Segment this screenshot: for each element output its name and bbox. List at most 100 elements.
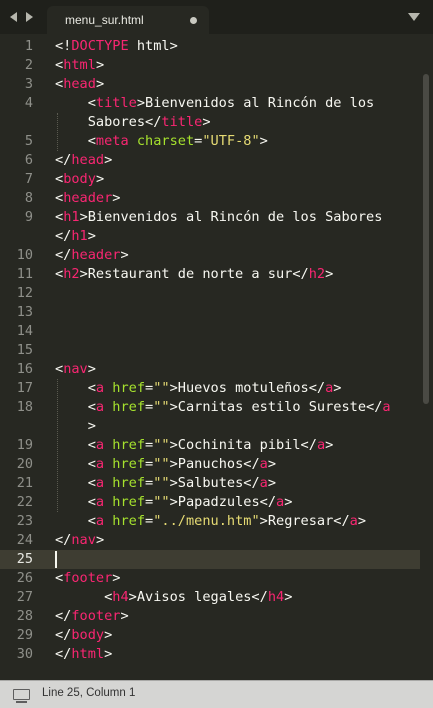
line-number: 5 [24,133,33,149]
code-text: <body> [55,170,104,189]
code-token: title [95,95,137,111]
code-text: <nav> [55,360,96,379]
code-token: > [55,418,96,434]
code-token: href [112,456,146,472]
code-line[interactable]: 20 <a href="">Panuchos</a> [0,455,420,474]
code-line[interactable]: 28 </footer> [0,607,420,626]
code-text: <h4>Avisos legales</h4> [55,588,292,607]
code-text: <a href="">Panuchos</a> [55,455,276,474]
code-token: </ [55,152,72,168]
code-token: a [316,437,326,453]
code-line[interactable]: 6 </head> [0,151,420,170]
code-token: "../menu.htm" [153,513,260,529]
unsaved-dot-icon[interactable] [190,17,197,24]
code-line[interactable]: Sabores</title> [0,113,420,132]
code-token: html [63,57,96,73]
code-token: = [145,494,154,510]
code-token: "" [153,437,170,453]
code-token: </ [55,608,72,624]
code-token: href [112,475,146,491]
code-line[interactable]: 15 [0,341,420,360]
code-line[interactable]: 3 <head> [0,75,420,94]
code-token: a [95,399,105,415]
line-number: 19 [16,437,33,453]
code-token: "" [153,399,170,415]
code-token: a [95,437,105,453]
code-text: </body> [55,626,112,645]
line-number: 13 [16,304,33,320]
code-line[interactable]: 5 <meta charset="UTF-8"> [0,132,420,151]
code-token: < [55,266,64,282]
code-line[interactable]: 29 </body> [0,626,420,645]
code-token: >Huevos motuleños</ [169,380,326,396]
line-number: 26 [16,570,33,586]
code-line[interactable]: 17 <a href="">Huevos motuleños</a> [0,379,420,398]
code-line[interactable]: 27 <h4>Avisos legales</h4> [0,588,420,607]
arrow-left-icon[interactable] [10,12,17,22]
code-token: nav [71,532,96,548]
code-token: footer [71,608,121,624]
code-token: h1 [71,228,88,244]
code-line[interactable]: 24 </nav> [0,531,420,550]
code-line[interactable]: 18 <a href="">Carnitas estilo Sureste</a [0,398,420,417]
code-token: body [63,171,96,187]
code-token: footer [63,570,113,586]
code-line[interactable]: 23 <a href="../menu.htm">Regresar</a> [0,512,420,531]
code-line[interactable]: 7 <body> [0,170,420,189]
code-token: a [382,399,391,415]
code-line[interactable]: 14 [0,322,420,341]
code-line[interactable]: 30 </html> [0,645,420,664]
code-token: title [161,114,203,130]
code-line[interactable]: 16 <nav> [0,360,420,379]
code-token: a [276,494,285,510]
line-number: 15 [16,342,33,358]
console-icon[interactable] [13,689,30,703]
code-text: <header> [55,189,120,208]
line-number: 6 [24,152,33,168]
code-line[interactable]: 21 <a href="">Salbutes</a> [0,474,420,493]
line-number: 11 [16,266,33,282]
code-line[interactable]: 26 <footer> [0,569,420,588]
indent-guide [57,379,58,512]
code-line[interactable]: 8 <header> [0,189,420,208]
code-line[interactable]: 9 <h1>Bienvenidos al Rincón de los Sabore… [0,208,420,227]
code-token: > [95,171,105,187]
code-editor[interactable]: 1 <!DOCTYPE html> 2 <html> 3 <head> 4 <title>B… [0,34,433,680]
code-text: <a href="">Salbutes</a> [55,474,276,493]
code-token: > [325,437,334,453]
file-tab[interactable]: menu_sur.html [47,6,209,34]
code-line[interactable]: > [0,417,420,436]
code-token: a [95,475,105,491]
code-line[interactable]: 1 <!DOCTYPE html> [0,37,420,56]
code-token: a [95,456,105,472]
code-line[interactable]: </h1> [0,227,420,246]
code-token: > [267,456,277,472]
code-token: a [95,494,105,510]
text-cursor [55,551,57,568]
code-token: h2 [63,266,80,282]
code-token: < [55,456,96,472]
code-token: >Papadzules</ [169,494,277,510]
code-line[interactable]: 19 <a href="">Cochinita pibil</a> [0,436,420,455]
code-line[interactable]: 22 <a href="">Papadzules</a> [0,493,420,512]
code-line[interactable]: 12 [0,284,420,303]
arrow-right-icon[interactable] [26,12,33,22]
code-line[interactable]: 4 <title>Bienvenidos al Rincón de los [0,94,420,113]
code-token: = [145,513,154,529]
code-line[interactable]: 11 <h2>Restaurant de norte a sur</h2> [0,265,420,284]
vertical-scrollbar[interactable] [423,74,429,404]
code-token: >Restaurant de norte a sur</ [79,266,309,282]
code-line[interactable]: 2 <html> [0,56,420,75]
code-line[interactable]: 10 </header> [0,246,420,265]
code-line[interactable]: 25 [0,550,420,569]
code-token: h1 [63,209,80,225]
code-token: html> [128,38,178,54]
code-token: > [259,133,268,149]
chevron-down-icon[interactable] [408,13,420,21]
code-text: <a href="">Carnitas estilo Sureste</a [55,398,391,417]
code-line[interactable]: 13 [0,303,420,322]
status-bar: Line 25, Column 1 [0,680,433,708]
code-text: <h1>Bienvenidos al Rincón de los Sabores [55,208,382,227]
code-token: "" [153,494,170,510]
code-token: > [267,475,277,491]
